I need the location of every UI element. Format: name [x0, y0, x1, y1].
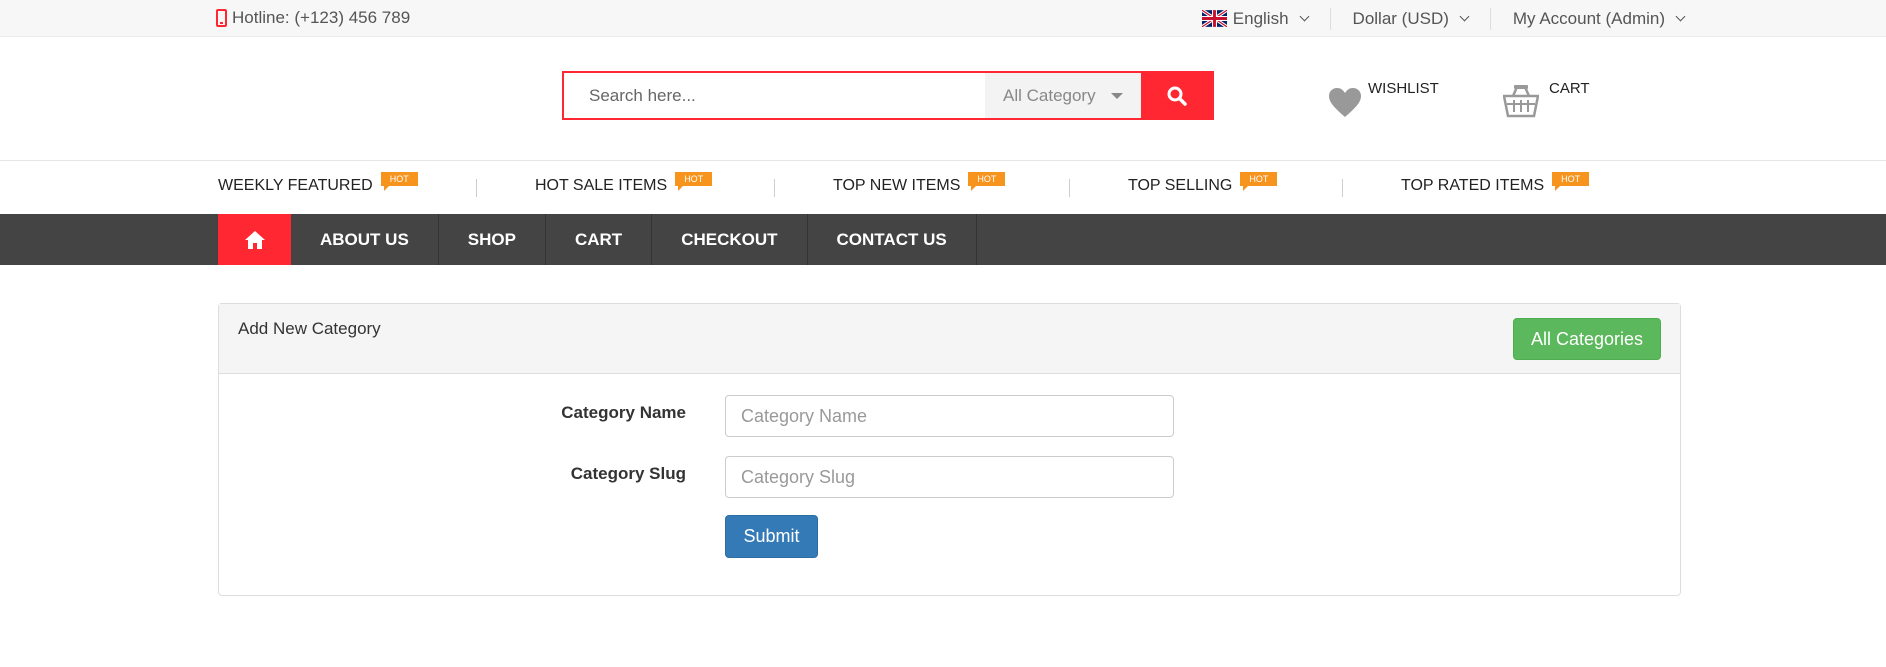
chevron-down-icon: [1675, 11, 1686, 22]
chevron-down-icon: [1459, 11, 1470, 22]
heart-icon: [1329, 88, 1361, 117]
uk-flag-icon: [1201, 10, 1227, 27]
category-item[interactable]: HOT SALE ITEMS HOT: [535, 172, 713, 195]
panel-heading: Add New Category All Categories: [219, 304, 1680, 374]
wishlist-label: WISHLIST: [1368, 80, 1439, 97]
nav-contact-us[interactable]: CONTACT US: [808, 214, 977, 265]
hot-badge: HOT: [675, 172, 713, 191]
caret-down-icon: [1111, 92, 1123, 99]
search-bar: All Category: [562, 71, 1214, 120]
hot-badge: HOT: [1552, 172, 1590, 191]
category-name-label: Category Name: [561, 403, 686, 422]
category-item[interactable]: TOP SELLING HOT: [1128, 172, 1278, 195]
search-button[interactable]: [1141, 73, 1212, 118]
category-label: TOP NEW ITEMS: [833, 177, 961, 194]
nav-about-us[interactable]: ABOUT US: [291, 214, 439, 265]
category-slug-input[interactable]: [725, 456, 1174, 498]
submit-button[interactable]: Submit: [725, 515, 818, 558]
basket-icon: [1503, 85, 1539, 118]
add-category-panel: Add New Category All Categories Category…: [218, 303, 1681, 596]
search-icon: [1167, 86, 1187, 106]
category-item[interactable]: TOP NEW ITEMS HOT: [833, 172, 1006, 195]
top-bar: Hotline: (+123) 456 789 English Dollar (…: [0, 0, 1886, 37]
all-categories-button[interactable]: All Categories: [1513, 318, 1661, 360]
home-button[interactable]: [218, 214, 291, 265]
category-item[interactable]: WEEKLY FEATURED HOT: [218, 172, 418, 195]
hot-badge: HOT: [968, 172, 1006, 191]
divider: [1069, 179, 1070, 197]
category-label: HOT SALE ITEMS: [535, 177, 668, 194]
header: All Category WISHLIST CART: [0, 37, 1886, 161]
hotline: Hotline: (+123) 456 789: [216, 8, 410, 28]
panel-title: Add New Category: [238, 319, 381, 338]
nav-shop[interactable]: SHOP: [439, 214, 546, 265]
language-selector[interactable]: English: [1180, 7, 1331, 30]
search-category-label: All Category: [1003, 85, 1096, 105]
category-label: TOP RATED ITEMS: [1401, 177, 1545, 194]
category-label: TOP SELLING: [1128, 177, 1233, 194]
category-strip: WEEKLY FEATURED HOT HOT SALE ITEMS HOT T…: [0, 161, 1886, 214]
category-slug-label: Category Slug: [570, 464, 686, 483]
account-menu[interactable]: My Account (Admin): [1491, 8, 1686, 30]
search-category-select[interactable]: All Category: [985, 73, 1141, 118]
search-input[interactable]: [564, 73, 985, 118]
phone-icon: [216, 9, 227, 27]
cart-label: CART: [1549, 80, 1590, 97]
chevron-down-icon: [1299, 11, 1309, 22]
main-nav: ABOUT US SHOP CART CHECKOUT CONTACT US: [0, 214, 1886, 265]
category-name-input[interactable]: [725, 395, 1174, 437]
category-item[interactable]: TOP RATED ITEMS HOT: [1401, 172, 1590, 195]
currency-label: Dollar (USD): [1352, 8, 1449, 28]
language-label: English: [1232, 8, 1289, 28]
hot-badge: HOT: [1240, 172, 1278, 191]
home-icon: [244, 230, 265, 249]
top-bar-menu: English Dollar (USD) My Account (Admin): [1180, 0, 1686, 37]
currency-selector[interactable]: Dollar (USD): [1331, 7, 1491, 30]
nav-checkout[interactable]: CHECKOUT: [652, 214, 808, 265]
divider: [774, 179, 775, 197]
wishlist-link[interactable]: WISHLIST: [1328, 77, 1439, 119]
nav-cart[interactable]: CART: [546, 214, 653, 265]
hotline-text: Hotline: (+123) 456 789: [232, 8, 411, 27]
divider: [1342, 179, 1343, 197]
category-label: WEEKLY FEATURED: [218, 177, 373, 194]
divider: [476, 179, 477, 197]
cart-link[interactable]: CART: [1503, 77, 1590, 118]
account-label: My Account (Admin): [1512, 8, 1665, 28]
hot-badge: HOT: [380, 172, 418, 191]
